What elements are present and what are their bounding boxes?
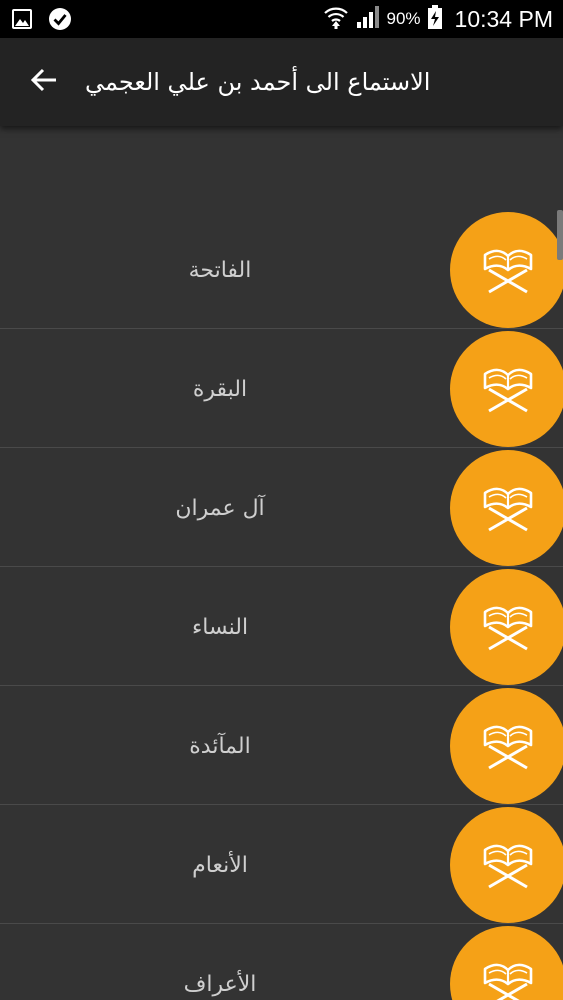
surah-name: الأنعام [192, 852, 248, 878]
surah-name: المآئدة [189, 733, 251, 759]
surah-list-item[interactable]: البقرة [0, 330, 563, 448]
quran-icon-circle[interactable] [450, 212, 563, 328]
quran-stand-icon [477, 951, 539, 1000]
gallery-icon [10, 7, 34, 35]
quran-stand-icon [477, 832, 539, 898]
status-system: 90% 10:34 PM [323, 0, 553, 38]
surah-list-item[interactable]: الأعراف [0, 925, 563, 1000]
page-title: الاستماع الى أحمد بن علي العجمي [85, 68, 431, 96]
surah-list-item[interactable]: الفاتحة [0, 211, 563, 329]
surah-list-item[interactable]: آل عمران [0, 449, 563, 567]
quran-icon-circle[interactable] [450, 688, 563, 804]
quran-icon-circle[interactable] [450, 569, 563, 685]
battery-charging-icon [427, 4, 443, 34]
surah-name: آل عمران [175, 495, 265, 521]
surah-name: الفاتحة [188, 257, 252, 283]
surah-list-item[interactable]: النساء [0, 568, 563, 686]
quran-stand-icon [477, 713, 539, 779]
battery-percent: 90% [386, 9, 421, 28]
quran-icon-circle[interactable] [450, 331, 563, 447]
surah-name: الأعراف [183, 971, 257, 997]
quran-icon-circle[interactable] [450, 807, 563, 923]
app-bar: الاستماع الى أحمد بن علي العجمي [0, 38, 563, 126]
surah-name: البقرة [192, 376, 248, 402]
check-circle-icon [48, 7, 72, 35]
status-time: 10:34 PM [454, 5, 553, 32]
status-bar: 90% 10:34 PM [0, 0, 563, 38]
wifi-icon [323, 4, 349, 34]
surah-name: النساء [191, 614, 249, 640]
quran-icon-circle[interactable] [450, 926, 563, 1000]
quran-stand-icon [477, 594, 539, 660]
surah-list-item[interactable]: الأنعام [0, 806, 563, 924]
quran-stand-icon [477, 356, 539, 422]
quran-stand-icon [477, 237, 539, 303]
arrow-left-icon [29, 65, 59, 99]
status-notifications [10, 7, 72, 35]
back-button[interactable] [22, 60, 66, 104]
surah-list-item[interactable]: المآئدة [0, 687, 563, 805]
quran-stand-icon [477, 475, 539, 541]
signal-icon [355, 4, 381, 34]
surah-list[interactable]: الفاتحة البقرة آل عمران النساء المآئدة الأنعا… [0, 126, 563, 1000]
quran-icon-circle[interactable] [450, 450, 563, 566]
scrollbar[interactable] [557, 210, 563, 260]
